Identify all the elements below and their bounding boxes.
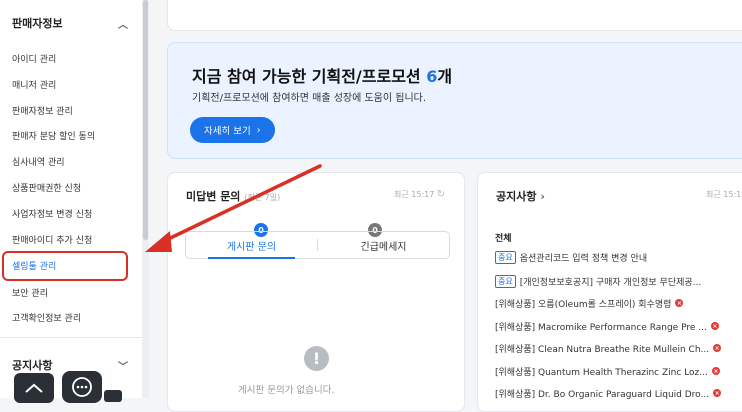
annotation-arrow	[145, 164, 322, 252]
